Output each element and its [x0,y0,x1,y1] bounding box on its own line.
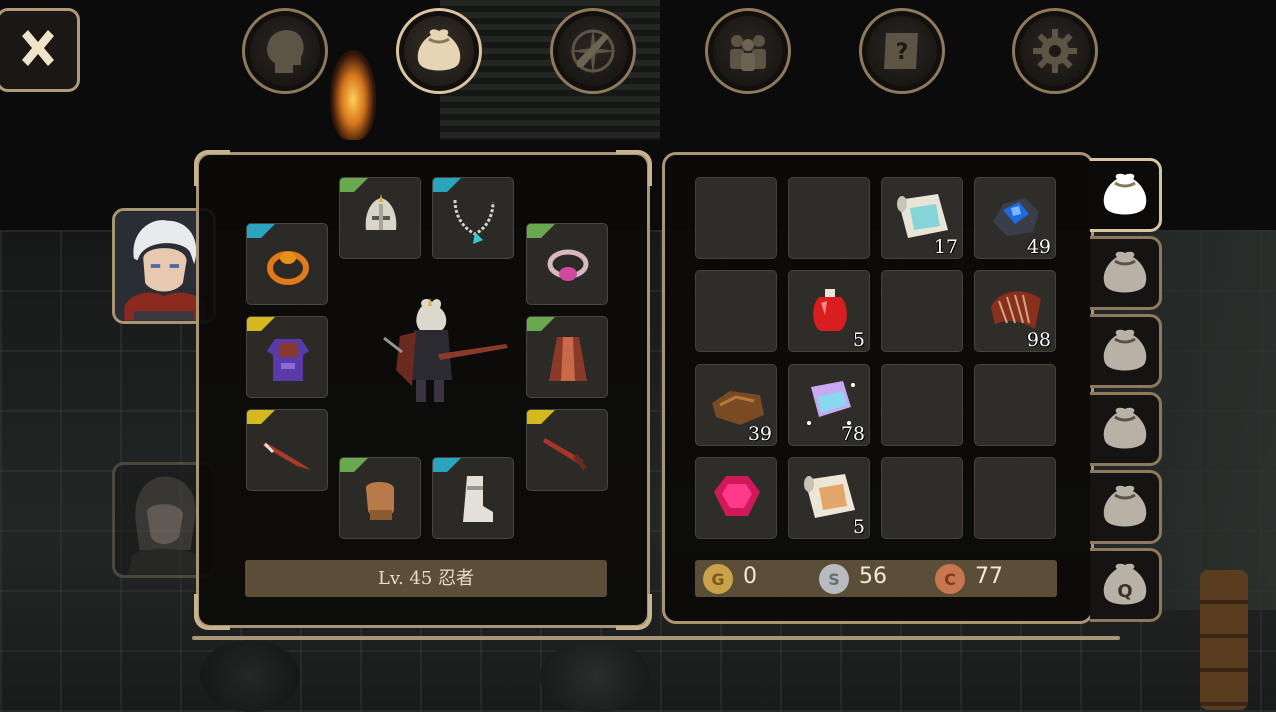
inventory-slot[interactable]: 5 [788,457,870,539]
bag-tab-4[interactable] [1090,392,1162,466]
copper-amount: 77 [975,564,1003,589]
torch-flame [330,50,376,140]
inventory-slot-empty[interactable] [881,270,963,352]
inventory-slot[interactable]: 98 [974,270,1056,352]
inventory-slot-empty[interactable] [695,177,777,259]
floor-ornament [200,640,300,712]
frame-corner [616,594,652,630]
inventory-slot[interactable]: 5 [788,270,870,352]
copper-coin-icon: C [935,564,965,594]
gear-icon [1033,29,1077,73]
item-quantity: 98 [1026,329,1051,351]
close-icon [22,30,54,66]
equip-slot-cloak[interactable] [526,316,608,398]
inventory-slot-empty[interactable] [788,177,870,259]
inventory-slot[interactable]: 78 [788,364,870,446]
inventory-slot[interactable]: 49 [974,177,1056,259]
bag-icon [1103,407,1146,449]
bag-tab-2[interactable] [1090,236,1162,310]
dagger-icon [263,442,311,470]
frame-corner [194,150,230,186]
item-quantity: 17 [933,236,958,258]
sword-icon [543,438,587,470]
inventory-slot-empty[interactable] [974,457,1056,539]
ruby-gem-icon [714,476,760,516]
bag-icon [1103,173,1146,215]
equip-slot-gloves[interactable] [339,457,421,539]
equip-slot-offhand[interactable] [246,409,328,491]
inventory-slot-empty[interactable] [881,364,963,446]
compass-sword-icon [569,27,617,75]
purple-armor-icon [267,339,309,381]
item-quantity: 5 [852,516,865,538]
barrel [1200,570,1248,710]
tab-inventory[interactable] [396,8,482,94]
inventory-slot[interactable]: 17 [881,177,963,259]
svg-text:?: ? [896,40,909,65]
equip-slot-necklace[interactable] [432,177,514,259]
inventory-slot-empty[interactable] [695,270,777,352]
tab-skills[interactable] [550,8,636,94]
hero-sprite [383,298,508,402]
scroll-question-icon: ? [884,33,918,69]
boot-icon [463,476,493,522]
head-silhouette-icon [267,30,304,73]
red-potion-icon [813,289,847,331]
silver-amount: 56 [859,564,887,589]
equip-slot-ring-left[interactable] [246,223,328,305]
bag-icon [1103,329,1146,371]
tab-settings[interactable] [1012,8,1098,94]
bag-icon [417,29,461,71]
inventory-slot[interactable]: 39 [695,364,777,446]
equip-slot-weapon[interactable] [526,409,608,491]
equip-slot-armor[interactable] [246,316,328,398]
bag-tab-3[interactable] [1090,314,1162,388]
ring-pink-icon [547,249,589,281]
floor-ornament [540,640,650,712]
frame-corner [194,594,230,630]
gold-amount: 0 [743,564,757,589]
inventory-slot[interactable] [695,457,777,539]
tab-quests[interactable]: ? [859,8,945,94]
equip-slot-helmet[interactable] [339,177,421,259]
quest-bag-icon: Q [1103,563,1146,605]
currency-bar: G 0 S 56 C 77 [695,560,1057,597]
bag-icon [1103,251,1146,293]
equip-slot-ring-right[interactable] [526,223,608,305]
bag-tab-quest[interactable]: Q [1090,548,1162,622]
item-quantity: 78 [840,423,865,445]
bag-tab-5[interactable] [1090,470,1162,544]
close-button[interactable] [0,8,80,92]
gold-coin-icon: G [703,564,733,594]
item-quantity: 5 [852,329,865,351]
silver-coin-icon: S [819,564,849,594]
tab-party[interactable] [705,8,791,94]
necklace-icon [453,199,495,244]
glove-icon [366,482,394,520]
inventory-slot-empty[interactable] [881,457,963,539]
level-class-label: Lv. 45 忍者 [245,560,607,597]
divider [192,636,1120,640]
item-quantity: 49 [1026,236,1051,258]
tab-character[interactable] [242,8,328,94]
people-icon [730,35,766,71]
ring-orange-icon [267,251,309,285]
inventory-slot-empty[interactable] [974,364,1056,446]
svg-text:Q: Q [1117,581,1132,602]
orange-scroll-icon [804,474,855,518]
bag-icon [1103,485,1146,527]
helmet-icon [365,194,397,230]
bag-tab-1[interactable] [1090,158,1162,232]
cloak-icon [549,337,587,381]
equip-slot-boots[interactable] [432,457,514,539]
item-quantity: 39 [747,423,772,445]
frame-corner [616,150,652,186]
